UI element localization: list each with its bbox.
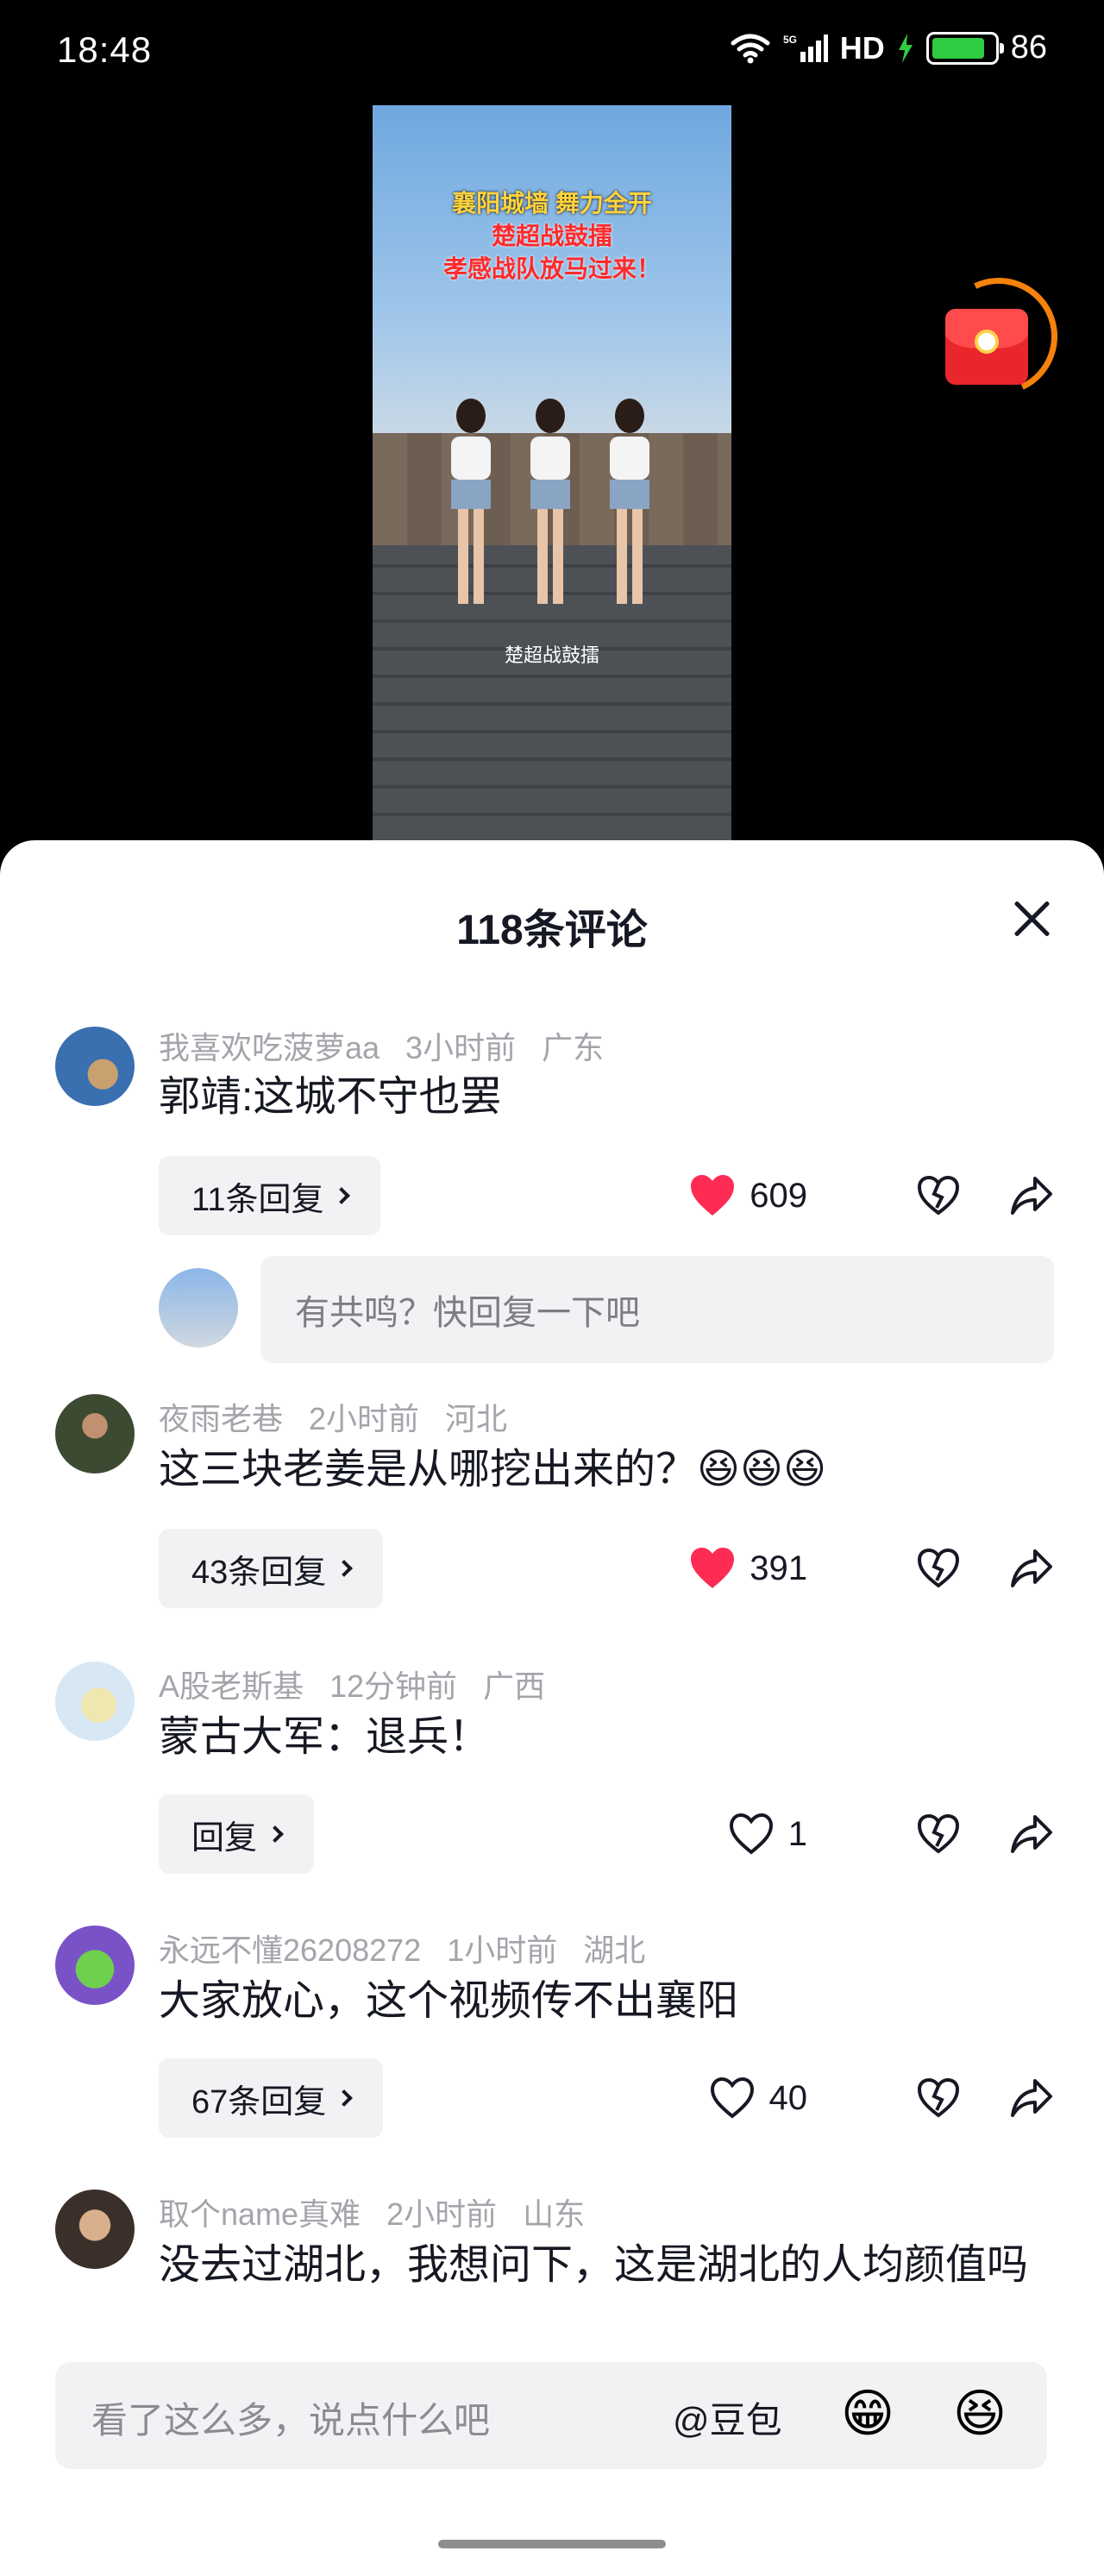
comment-location: 湖北 bbox=[583, 1932, 646, 1968]
hd-indicator: HD bbox=[839, 29, 885, 66]
comment-text: 郭靖:这城不守也罢 bbox=[159, 1074, 502, 1120]
status-time: 18:48 bbox=[57, 29, 153, 70]
dislike-icon[interactable] bbox=[916, 1812, 961, 1857]
comment-meta: A股老斯基 12分钟前 广西 bbox=[159, 1662, 571, 1706]
comment-text: 大家放心，这个视频传不出襄阳 bbox=[159, 1978, 739, 2024]
comment-time: 2小时前 bbox=[386, 2196, 498, 2232]
heart-filled-icon bbox=[691, 1175, 735, 1216]
quick-reply: 有共鸣？快回复一下吧 bbox=[159, 1256, 1056, 1363]
comment-username[interactable]: 我喜欢吃菠萝aa bbox=[159, 1030, 380, 1065]
comment-input[interactable]: 看了这么多，说点什么吧 bbox=[91, 2391, 490, 2444]
dislike-icon[interactable] bbox=[916, 1173, 961, 1218]
comment-actions: 391 bbox=[689, 1529, 1054, 1608]
dislike-icon[interactable] bbox=[916, 2076, 961, 2120]
battery-icon bbox=[925, 31, 1004, 65]
emoji-grin-icon[interactable]: 😁 bbox=[837, 2383, 899, 2445]
comment-location: 广东 bbox=[542, 1030, 605, 1065]
dancer bbox=[528, 399, 573, 606]
my-avatar bbox=[159, 1268, 238, 1348]
avatar[interactable] bbox=[55, 2190, 135, 2269]
red-envelope-icon[interactable] bbox=[923, 261, 1075, 412]
heart-filled-icon bbox=[691, 1548, 735, 1588]
close-icon[interactable] bbox=[1006, 892, 1057, 944]
video-caption-line-1: 襄阳城墙 舞力全开 bbox=[452, 190, 652, 217]
dancer bbox=[448, 399, 493, 606]
emoji-laugh-icon[interactable]: 😆 bbox=[949, 2383, 1011, 2445]
comment-location: 河北 bbox=[445, 1401, 508, 1436]
dislike-icon[interactable] bbox=[916, 1546, 961, 1591]
video-subtitle: 楚超战鼓擂 bbox=[504, 644, 599, 666]
status-icons: 5G HD 86 bbox=[730, 29, 1047, 66]
comment-meta: 夜雨老巷 2小时前 河北 bbox=[159, 1394, 533, 1439]
comment-time: 1小时前 bbox=[447, 1932, 558, 1968]
mention-button[interactable]: @豆包 bbox=[673, 2391, 782, 2444]
signal-icon: 5G bbox=[783, 34, 828, 62]
comment-time: 2小时前 bbox=[309, 1401, 420, 1436]
like-count: 40 bbox=[768, 2078, 808, 2117]
view-replies-button[interactable]: 11条回复 bbox=[159, 1156, 381, 1235]
comment-text: 没去过湖北，我想问下，这是湖北的人均颜值吗 bbox=[159, 2242, 1029, 2288]
view-replies-button[interactable]: 43条回复 bbox=[159, 1529, 384, 1608]
like-count: 391 bbox=[750, 1549, 807, 1587]
comment-username[interactable]: 永远不懂26208272 bbox=[159, 1932, 421, 1968]
comment-list[interactable]: 我喜欢吃菠萝aa 3小时前 广东 郭靖:这城不守也罢 11条回复 609 有共鸣… bbox=[0, 1021, 1104, 2331]
heart-outline-icon bbox=[729, 1813, 773, 1855]
comment-username[interactable]: A股老斯基 bbox=[159, 1668, 304, 1704]
comment-text: 蒙古大军：退兵！ bbox=[159, 1714, 491, 1760]
share-icon[interactable] bbox=[1009, 1173, 1054, 1218]
dancer bbox=[607, 399, 652, 606]
like-button[interactable]: 609 bbox=[689, 1174, 807, 1217]
comment-location: 广西 bbox=[483, 1668, 546, 1704]
like-button[interactable]: 40 bbox=[709, 2077, 808, 2120]
video-caption-line-3: 孝感战队放马过来！ bbox=[442, 255, 661, 282]
avatar[interactable] bbox=[55, 1027, 135, 1106]
quick-reply-input[interactable]: 有共鸣？快回复一下吧 bbox=[260, 1256, 1054, 1363]
comment-location: 山东 bbox=[523, 2196, 586, 2232]
home-indicator[interactable] bbox=[438, 2540, 666, 2548]
comment-input-bar[interactable]: 看了这么多，说点什么吧 @豆包 😁 😆 bbox=[55, 2362, 1047, 2469]
chevron-right-icon bbox=[267, 1825, 284, 1843]
comment-actions: 1 bbox=[728, 1794, 1054, 1874]
comment-username[interactable]: 夜雨老巷 bbox=[159, 1401, 283, 1436]
avatar[interactable] bbox=[55, 1926, 135, 2005]
like-count: 1 bbox=[787, 1814, 807, 1853]
comment-count-title: 118条评论 bbox=[456, 908, 648, 953]
like-count: 609 bbox=[750, 1176, 807, 1215]
share-icon[interactable] bbox=[1009, 1546, 1054, 1591]
comment-text: 这三块老姜是从哪挖出来的？😆😆😆 bbox=[159, 1447, 827, 1492]
comment-meta: 取个name真难 2小时前 山东 bbox=[159, 2190, 611, 2234]
chevron-right-icon bbox=[333, 1187, 351, 1204]
share-icon[interactable] bbox=[1009, 1812, 1054, 1857]
comment-sheet: 118条评论 我喜欢吃菠萝aa 3小时前 广东 郭靖:这城不守也罢 11条回复 60… bbox=[0, 840, 1104, 2576]
like-button[interactable]: 1 bbox=[728, 1813, 807, 1856]
comment-actions: 609 bbox=[689, 1156, 1054, 1235]
comment-username[interactable]: 取个name真难 bbox=[159, 2196, 361, 2232]
battery-level: 86 bbox=[1010, 29, 1047, 66]
heart-outline-icon bbox=[710, 2077, 754, 2119]
like-button[interactable]: 391 bbox=[689, 1547, 807, 1590]
video-player[interactable]: 襄阳城墙 舞力全开 楚超战鼓擂 孝感战队放马过来！ 楚超战鼓擂 bbox=[373, 105, 731, 840]
comment-actions: 40 bbox=[709, 2058, 1055, 2138]
avatar[interactable] bbox=[55, 1662, 135, 1741]
view-replies-button[interactable]: 67条回复 bbox=[159, 2058, 384, 2138]
comment-time: 3小时前 bbox=[405, 1030, 517, 1065]
charging-icon bbox=[898, 33, 913, 63]
comment-meta: 永远不懂26208272 1小时前 湖北 bbox=[159, 1926, 671, 1970]
chevron-right-icon bbox=[336, 2089, 354, 2107]
comment-time: 12分钟前 bbox=[329, 1668, 458, 1704]
wifi-icon bbox=[731, 34, 770, 63]
reply-button[interactable]: 回复 bbox=[159, 1794, 315, 1874]
svg-text:5G: 5G bbox=[783, 34, 797, 46]
share-icon[interactable] bbox=[1009, 2076, 1054, 2120]
chevron-right-icon bbox=[336, 1560, 354, 1577]
video-caption-line-2: 楚超战鼓擂 bbox=[491, 223, 612, 249]
status-bar: 18:48 5G HD 86 bbox=[0, 0, 1104, 104]
avatar[interactable] bbox=[55, 1394, 135, 1473]
comment-meta: 我喜欢吃菠萝aa 3小时前 广东 bbox=[159, 1023, 630, 1068]
